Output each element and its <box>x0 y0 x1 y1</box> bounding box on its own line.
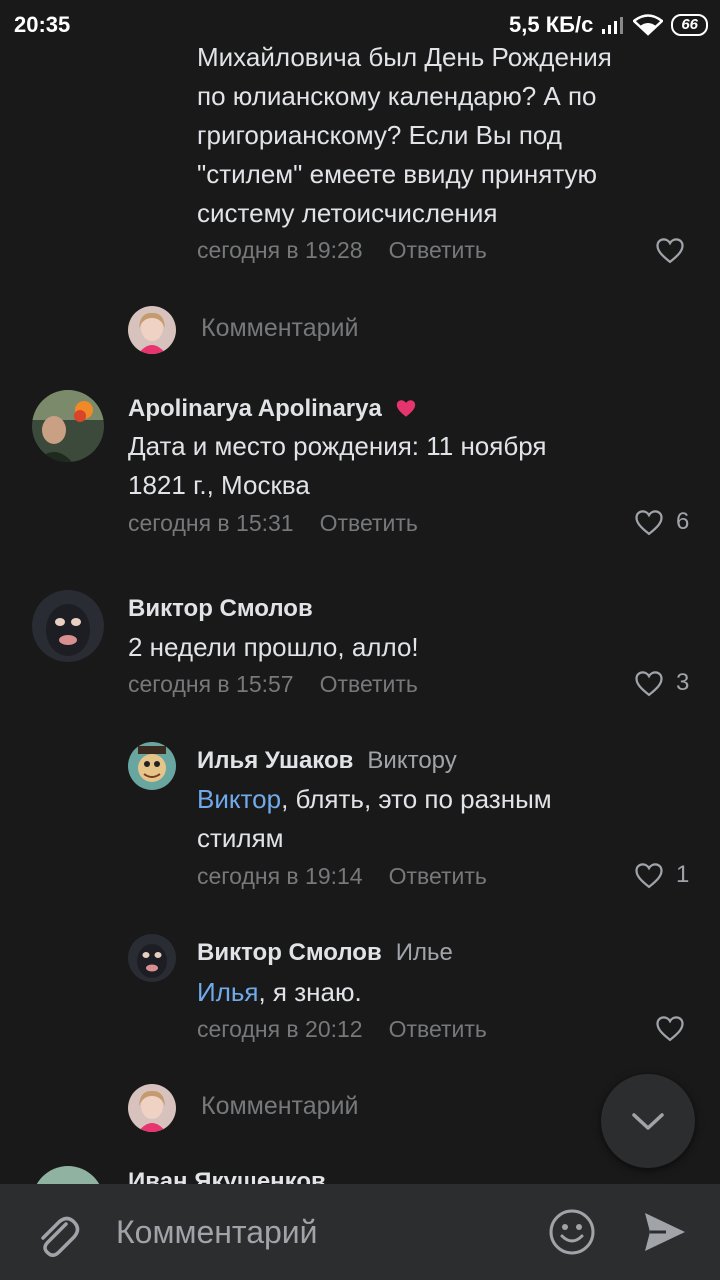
comment-composer: Комментарий <box>0 1184 720 1280</box>
heart-icon <box>656 1016 684 1042</box>
wifi-icon <box>633 14 664 36</box>
comment-time: сегодня в 20:12 <box>197 1016 363 1042</box>
reply-button[interactable]: Ответить <box>320 671 418 698</box>
scroll-down-button[interactable] <box>601 1074 695 1168</box>
like-button[interactable]: 3 <box>634 669 689 697</box>
comment-line: Дата и место рождения: 11 ноября <box>128 431 547 461</box>
reply-to[interactable]: Виктору <box>367 747 456 774</box>
comment-line: по юлианскому календарю? А по <box>197 81 597 111</box>
author-avatar[interactable] <box>128 934 176 982</box>
comments-feed: Михайловича был День Рождения по юлианск… <box>0 0 720 1184</box>
mention-link[interactable]: Виктор <box>197 784 281 814</box>
comment-author[interactable]: Илья Ушаков Виктору <box>197 747 457 775</box>
like-count: 1 <box>676 861 690 888</box>
comment-input[interactable]: Комментарий <box>116 1214 318 1251</box>
author-name[interactable]: Илья Ушаков <box>197 747 353 774</box>
comment-text: Илья, я знаю. <box>197 973 362 1012</box>
heart-icon <box>635 863 663 889</box>
comment-text-rest: , блять, это по разным <box>281 784 552 814</box>
author-avatar[interactable] <box>128 742 176 790</box>
signal-icon <box>602 17 624 34</box>
reply-button[interactable]: Ответить <box>389 1016 487 1043</box>
comment-text: Михайловича был День Рождения по юлианск… <box>197 38 707 233</box>
comment-text: 2 недели прошло, алло! <box>128 632 419 662</box>
comment-meta: сегодня в 19:14 Ответить <box>197 863 487 890</box>
author-name[interactable]: Apolinarya Apolinarya <box>128 395 382 422</box>
comment-text-rest: , я знаю. <box>258 977 362 1007</box>
heart-badge-icon <box>396 400 415 417</box>
mention-link[interactable]: Илья <box>197 977 258 1007</box>
status-indicators: 5,5 КБ/с 66 <box>509 12 708 38</box>
author-avatar[interactable] <box>32 390 104 462</box>
comment-time: сегодня в 15:57 <box>128 671 294 697</box>
comment-author[interactable]: Виктор Смолов <box>128 595 313 623</box>
comment-input-inline[interactable]: Комментарий <box>201 1092 358 1121</box>
comment-line: стилям <box>197 823 284 853</box>
status-bar: 20:35 5,5 КБ/с 66 <box>0 0 720 50</box>
like-count: 3 <box>676 669 690 696</box>
comment-line: 1821 г., Москва <box>128 470 310 500</box>
reply-button[interactable]: Ответить <box>389 863 487 890</box>
comment-meta: сегодня в 15:57 Ответить <box>128 671 418 698</box>
current-user-avatar <box>128 306 176 354</box>
comment-input-inline[interactable]: Комментарий <box>201 314 358 343</box>
comment-author[interactable]: Виктор Смолов Илье <box>197 939 453 967</box>
comment-author[interactable]: Apolinarya Apolinarya <box>128 395 417 423</box>
heart-icon <box>635 510 663 536</box>
comment-meta: сегодня в 19:28 Ответить <box>197 237 487 264</box>
comment-line: системy летоисчисления <box>197 198 498 228</box>
send-icon[interactable] <box>642 1210 688 1254</box>
comment-line: "стилем" емеете ввиду принятую <box>197 159 598 189</box>
paperclip-icon[interactable] <box>34 1210 80 1260</box>
comment-line: григорианскому? Если Вы под <box>197 120 562 150</box>
like-count: 6 <box>676 508 690 535</box>
emoji-icon[interactable] <box>548 1208 596 1256</box>
heart-icon <box>656 238 684 264</box>
comment-text: Дата и место рождения: 11 ноября 1821 г.… <box>128 427 547 505</box>
like-button[interactable]: 6 <box>634 508 689 536</box>
author-avatar[interactable] <box>32 1166 104 1184</box>
comment-line: Виктор, блять, это по разным <box>197 780 552 819</box>
status-time: 20:35 <box>14 12 71 37</box>
comment-author[interactable]: Иван Якушенков <box>128 1168 326 1184</box>
like-button[interactable]: 1 <box>634 861 689 889</box>
comment-time: сегодня в 19:14 <box>197 863 363 889</box>
comment-time: сегодня в 15:31 <box>128 510 294 536</box>
comment-meta: сегодня в 15:31 Ответить <box>128 510 418 537</box>
chevron-down-icon <box>632 1113 664 1130</box>
author-avatar[interactable] <box>32 590 104 662</box>
comment-text: Виктор, блять, это по разным стилям <box>197 780 552 858</box>
network-speed: 5,5 КБ/с <box>509 12 594 37</box>
current-user-avatar <box>128 1084 176 1132</box>
like-button[interactable] <box>655 1014 685 1042</box>
comment-meta: сегодня в 20:12 Ответить <box>197 1016 487 1043</box>
heart-icon <box>635 671 663 697</box>
reply-to[interactable]: Илье <box>396 939 453 966</box>
reply-button[interactable]: Ответить <box>389 237 487 264</box>
author-name[interactable]: Виктор Смолов <box>197 939 382 966</box>
battery-indicator: 66 <box>671 14 708 36</box>
reply-button[interactable]: Ответить <box>320 510 418 537</box>
comment-time: сегодня в 19:28 <box>197 237 363 263</box>
like-button[interactable] <box>655 236 685 264</box>
